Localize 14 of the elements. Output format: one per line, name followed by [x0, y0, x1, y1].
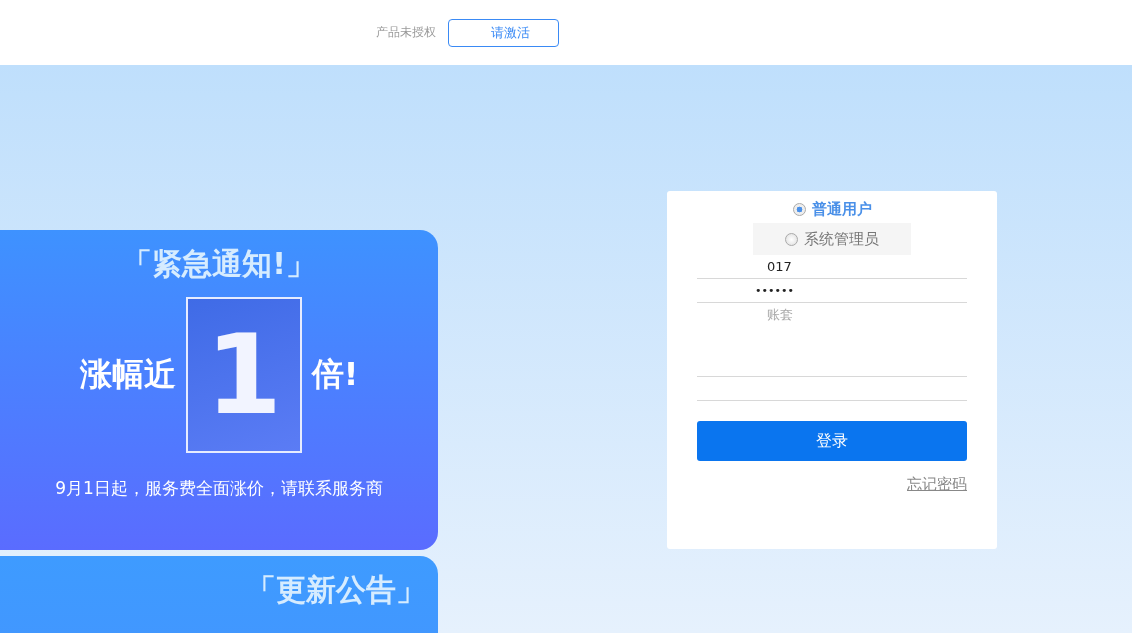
notice-banner[interactable]: 「紧急通知!」 涨幅近 1 倍! 9月1日起，服务费全面涨价，请联系服务商	[0, 230, 438, 550]
license-status: 产品未授权	[376, 24, 436, 41]
role-option[interactable]: 系统管理员	[753, 223, 911, 255]
update-banner[interactable]: 「更新公告」	[0, 556, 438, 633]
banner-numeral: 1	[185, 297, 302, 453]
banner-title: 「更新公告」	[246, 571, 426, 609]
banner-title: 「紧急通知!」	[122, 245, 316, 283]
login-button[interactable]: 登录	[697, 421, 967, 461]
banner-caption: 9月1日起，服务费全面涨价，请联系服务商	[55, 477, 383, 500]
banner-headline: 倍!	[311, 354, 359, 395]
role-option[interactable]: 普通用户	[760, 195, 904, 223]
banner-headline: 涨幅近	[79, 354, 176, 395]
activate-button[interactable]: 请激活	[448, 18, 559, 47]
forgot-password-link[interactable]: 忘记密码	[907, 475, 967, 494]
